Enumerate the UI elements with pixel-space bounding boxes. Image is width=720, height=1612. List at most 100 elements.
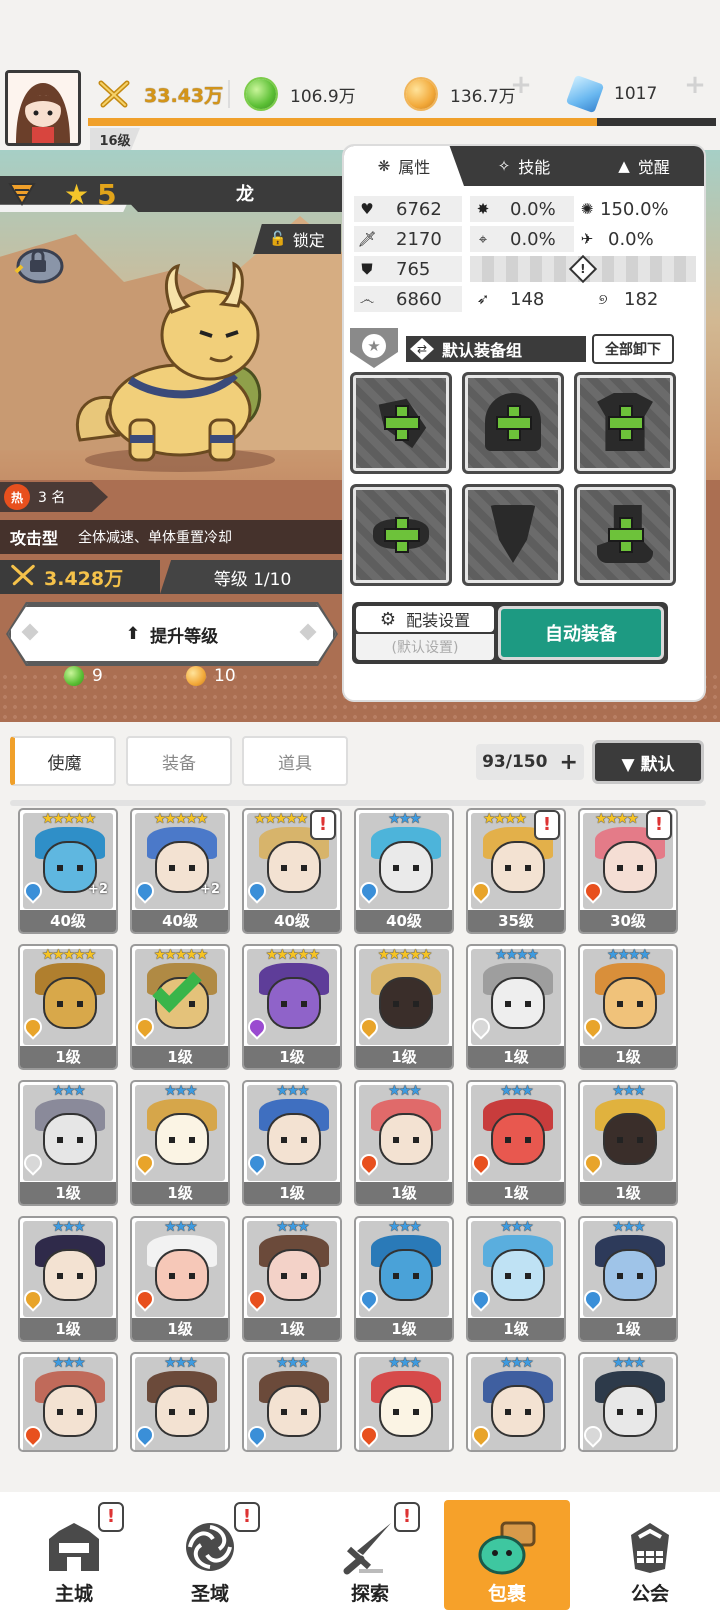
- familiar-card[interactable]: ★★★ 1级: [130, 1080, 230, 1206]
- familiar-card[interactable]: ★★★★★ +2 40级: [130, 808, 230, 934]
- familiar-card[interactable]: ★★★★★ 1级: [130, 944, 230, 1070]
- tab-awaken[interactable]: ▲ 觉醒: [584, 146, 704, 186]
- config-subtitle: (默认设置): [356, 634, 494, 660]
- familiar-stars: ★★★: [612, 1219, 646, 1235]
- nav-guild[interactable]: 公会: [590, 1500, 710, 1610]
- inventory-tab-equipment[interactable]: 装备: [126, 736, 232, 786]
- unequip-all-button[interactable]: 全部卸下: [592, 334, 674, 364]
- inventory-tab-familiars[interactable]: 使魔: [10, 736, 116, 786]
- familiar-card[interactable]: ★★★ 1级: [242, 1080, 342, 1206]
- equipment-slot-weapon[interactable]: [350, 372, 452, 474]
- familiar-card[interactable]: ★★★★★ 1级: [354, 944, 454, 1070]
- familiar-card[interactable]: ★★★ 1级: [466, 1216, 566, 1342]
- hot-rank-value: 3 名: [38, 490, 66, 506]
- gold-coin-icon: [186, 666, 206, 686]
- heart-icon: ♥: [360, 200, 374, 218]
- familiar-card[interactable]: ★★★: [130, 1352, 230, 1452]
- green-gem-counter[interactable]: 106.9万: [246, 76, 356, 112]
- familiar-card[interactable]: ★★★ 1级: [18, 1080, 118, 1206]
- divider: [228, 80, 230, 108]
- expand-capacity-icon[interactable]: +: [559, 750, 577, 775]
- equipment-group-header: 默认装备组 ⇄ 全部卸下: [344, 328, 704, 368]
- stat-evasion: 0.0%: [608, 228, 654, 250]
- equipment-slot-belt[interactable]: [350, 484, 452, 586]
- alert-icon: !: [234, 1502, 260, 1532]
- familiar-card[interactable]: ★★★: [242, 1352, 342, 1452]
- familiar-level: 1级: [20, 1046, 116, 1068]
- familiar-card[interactable]: ★★★ 1级: [578, 1080, 678, 1206]
- tab-label: 属性: [398, 158, 431, 177]
- nav-castle[interactable]: 主城!: [14, 1500, 134, 1610]
- stat-row: ⛊ 765 !: [354, 254, 696, 284]
- star-badge-icon: [350, 328, 398, 368]
- add-crystal-icon[interactable]: +: [680, 72, 710, 102]
- familiar-eyes: [505, 865, 531, 871]
- nav-backpack[interactable]: 包裹: [444, 1500, 570, 1610]
- hero-power-bar: 3.428万 等级 1/10: [0, 560, 345, 594]
- player-avatar[interactable]: [5, 70, 81, 146]
- familiar-card[interactable]: ★★★ 1级: [354, 1080, 454, 1206]
- alert-icon: !: [646, 810, 672, 840]
- familiar-stars: ★★★: [164, 1219, 198, 1235]
- familiar-eyes: [393, 865, 419, 871]
- familiar-card[interactable]: ★★★: [18, 1352, 118, 1452]
- familiar-card[interactable]: ★★★★! 30级: [578, 808, 678, 934]
- familiar-level: 1级: [468, 1046, 564, 1068]
- familiar-card[interactable]: ★★★ 1级: [242, 1216, 342, 1342]
- familiar-card[interactable]: ★★★ 1级: [578, 1216, 678, 1342]
- unlock-icon: 🔓: [269, 231, 287, 247]
- nav-label: 公会: [630, 1583, 669, 1605]
- rank-chevron-icon: [8, 182, 36, 206]
- familiar-eyes: [57, 1273, 83, 1279]
- dragon-hero-sprite[interactable]: [60, 250, 290, 480]
- familiar-level: 30级: [580, 910, 676, 932]
- familiar-card[interactable]: ★★★★★! 40级: [242, 808, 342, 934]
- familiar-level: 1级: [132, 1318, 228, 1340]
- familiar-card[interactable]: ★★★ 1级: [466, 1080, 566, 1206]
- stat-crit-rate: 0.0%: [510, 198, 556, 220]
- auto-equip-button[interactable]: 自动装备: [498, 606, 664, 660]
- lock-button[interactable]: 🔓 锁定: [253, 224, 341, 254]
- familiar-eyes: [505, 1273, 531, 1279]
- familiar-level: 40级: [20, 910, 116, 932]
- inventory-tab-items[interactable]: 道具: [242, 736, 348, 786]
- equipment-slot-boots[interactable]: [574, 484, 676, 586]
- green-orb-icon: [64, 666, 84, 686]
- crystal-counter[interactable]: 1017: [565, 74, 657, 114]
- familiar-card[interactable]: ★★★★★ 1级: [242, 944, 342, 1070]
- familiar-card[interactable]: ★★★: [466, 1352, 566, 1452]
- nav-sword[interactable]: 探索!: [310, 1500, 430, 1610]
- familiar-card[interactable]: ★★★★! 35级: [466, 808, 566, 934]
- guild-icon: [619, 1519, 681, 1575]
- hero-type: 攻击型: [10, 529, 59, 548]
- familiar-card[interactable]: ★★★: [354, 1352, 454, 1452]
- familiar-stars: ★★★: [388, 1355, 422, 1371]
- loadout-settings-button[interactable]: ⚙ 配装设置: [356, 606, 494, 632]
- sort-dropdown[interactable]: ▼ 默认: [592, 740, 704, 784]
- familiar-card[interactable]: ★★★★ 1级: [578, 944, 678, 1070]
- nav-vortex[interactable]: 圣域!: [150, 1500, 270, 1610]
- tab-skills[interactable]: ✧ 技能: [464, 146, 584, 186]
- upgrade-cost-gold: 10: [186, 666, 236, 686]
- familiar-card[interactable]: ★★★ 40级: [354, 808, 454, 934]
- familiar-card[interactable]: ★★★ 1级: [130, 1216, 230, 1342]
- equipment-slot-armor[interactable]: [574, 372, 676, 474]
- familiar-card[interactable]: ★★★ 1级: [18, 1216, 118, 1342]
- tab-attributes[interactable]: ❋ 属性: [344, 146, 464, 186]
- familiar-eyes: [617, 865, 643, 871]
- gold-coin-counter[interactable]: 136.7万: [406, 76, 516, 112]
- add-icon: [498, 407, 530, 439]
- hero-type-bar: 攻击型 全体减速、单体重置冷却: [0, 520, 345, 554]
- equipment-slot-necklace[interactable]: [462, 484, 564, 586]
- fairy-lock-icon[interactable]: [10, 238, 66, 286]
- familiar-card[interactable]: ★★★★★ +2 40级: [18, 808, 118, 934]
- familiar-eyes: [169, 1409, 195, 1415]
- familiar-card[interactable]: ★★★★★ 1级: [18, 944, 118, 1070]
- upgrade-level-button[interactable]: ⬆ 提升等级: [8, 604, 336, 664]
- familiar-card[interactable]: ★★★★ 1级: [466, 944, 566, 1070]
- familiar-card[interactable]: ★★★: [578, 1352, 678, 1452]
- equipment-slot-helmet[interactable]: [462, 372, 564, 474]
- familiar-card[interactable]: ★★★ 1级: [354, 1216, 454, 1342]
- familiar-stars: ★★★: [500, 1219, 534, 1235]
- add-gold-icon[interactable]: +: [506, 72, 536, 102]
